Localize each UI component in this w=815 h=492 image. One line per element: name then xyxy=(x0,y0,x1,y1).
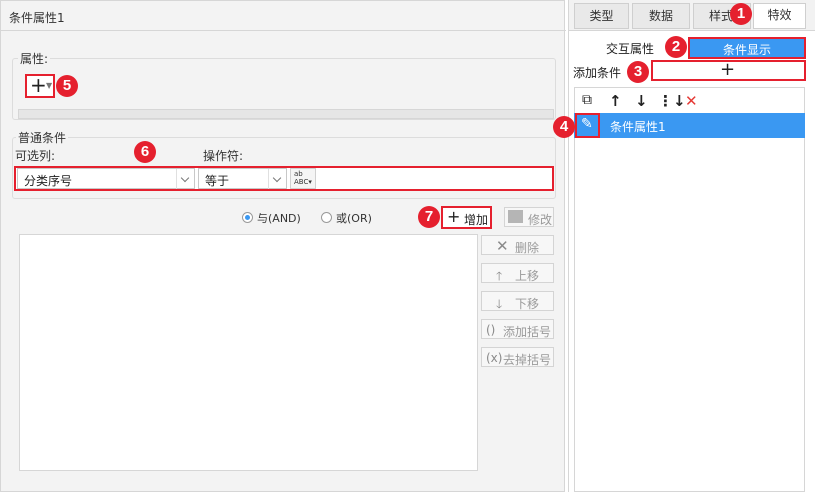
annotation-badge-6: 6 xyxy=(134,141,156,163)
modify-button[interactable]: 修改 xyxy=(504,207,554,227)
formula-abc-icon: ab ABC▾ xyxy=(294,170,312,186)
remove-bracket-button-label: 去掉括号 xyxy=(503,353,552,367)
plus-icon: + xyxy=(447,207,461,226)
radio-or[interactable]: 或(OR) xyxy=(321,210,381,226)
tab-effects[interactable]: 特效 xyxy=(753,3,806,29)
remove-bracket-button[interactable]: (x) 去掉括号 xyxy=(481,347,554,367)
move-up-button[interactable]: 🡑 上移 xyxy=(481,263,554,283)
add-property-button[interactable]: + ▼ xyxy=(25,73,55,98)
radio-dot-icon xyxy=(245,215,250,220)
plus-icon: + xyxy=(30,73,47,97)
radio-and-label: 与(AND) xyxy=(257,212,301,225)
column-label: 可选列: xyxy=(15,149,56,163)
annotation-badge-3: 3 xyxy=(627,61,649,83)
move-up-button-label: 上移 xyxy=(515,269,540,283)
arrow-down-icon: 🡓 xyxy=(496,297,503,311)
list-item[interactable]: ✎ 条件属性1 xyxy=(574,113,805,138)
modify-icon xyxy=(508,210,523,223)
add-button-label: 增加 xyxy=(464,213,489,227)
annotation-badge-2: 2 xyxy=(665,36,687,58)
annotation-badge-1: 1 xyxy=(730,3,752,25)
condition-list-panel xyxy=(574,87,805,492)
add-condition-button[interactable]: + 增加 xyxy=(441,206,492,229)
delete-button[interactable]: ✕ 删除 xyxy=(481,235,554,255)
properties-label: 属性: xyxy=(18,50,51,67)
add-condition-label: 添加条件 xyxy=(573,66,622,80)
pencil-icon: ✎ xyxy=(581,116,593,132)
properties-scroll-track[interactable] xyxy=(18,109,554,119)
annotation-badge-4: 4 xyxy=(553,116,575,138)
remove-bracket-icon: (x) xyxy=(486,351,503,365)
move-down-button[interactable]: 🡓 下移 xyxy=(481,291,554,311)
operator-label: 操作符: xyxy=(203,149,244,163)
add-condition-plus-button[interactable]: + xyxy=(651,59,806,81)
annotation-badge-5: 5 xyxy=(56,75,78,97)
tab-type[interactable]: 类型 xyxy=(574,3,629,29)
operator-select-value: 等于 xyxy=(205,174,230,188)
plus-icon: + xyxy=(720,59,736,80)
chevron-down-icon: ▼ xyxy=(46,81,53,90)
radio-or-label: 或(OR) xyxy=(336,212,372,225)
formula-button[interactable]: ab ABC▾ xyxy=(290,168,316,189)
edit-item-button[interactable]: ✎ xyxy=(575,113,600,138)
copy-icon[interactable]: ⧉ xyxy=(582,92,592,108)
arrow-up-icon: 🡑 xyxy=(496,269,503,283)
move-to-bottom-icon[interactable]: ⋮↓ xyxy=(658,92,686,110)
modify-button-label: 修改 xyxy=(528,213,553,227)
chevron-down-icon xyxy=(176,169,194,189)
delete-x-icon: ✕ xyxy=(496,237,509,255)
condition-group-label: 普通条件 xyxy=(16,129,69,146)
operator-select[interactable]: 等于 xyxy=(198,168,287,189)
add-bracket-button[interactable]: () 添加括号 xyxy=(481,319,554,339)
condition-attribute-dialog: 条件属性1 属性: + ▼ 5 普通条件 可选列: 操作符: 6 分类序号 等于… xyxy=(0,0,566,492)
move-down-button-label: 下移 xyxy=(515,297,540,311)
delete-x-icon[interactable]: ✕ xyxy=(685,92,698,110)
subtab-conditional-display[interactable]: 条件显示 xyxy=(688,37,806,59)
arrow-down-icon[interactable]: ↓ xyxy=(635,92,648,110)
subtab-conditional-display-label: 条件显示 xyxy=(722,43,771,57)
add-bracket-button-label: 添加括号 xyxy=(503,325,552,339)
delete-button-label: 删除 xyxy=(515,241,540,255)
radio-and[interactable]: 与(AND) xyxy=(242,210,314,226)
column-select[interactable]: 分类序号 xyxy=(17,168,195,189)
annotation-badge-7: 7 xyxy=(418,206,440,228)
condition-value-input[interactable] xyxy=(318,168,552,189)
condition-list[interactable] xyxy=(19,234,478,471)
right-property-panel: 类型 数据 样式 特效 1 交互属性 2 条件显示 添加条件 3 + ⧉ ↑ ↓… xyxy=(553,0,815,492)
arrow-up-icon[interactable]: ↑ xyxy=(609,92,622,110)
list-item-label: 条件属性1 xyxy=(610,120,666,134)
tab-data[interactable]: 数据 xyxy=(632,3,690,29)
subtab-interaction[interactable]: 交互属性 xyxy=(606,40,654,57)
dialog-title: 条件属性1 xyxy=(9,11,65,25)
title-divider xyxy=(1,30,566,31)
chevron-down-icon xyxy=(268,169,286,189)
bracket-icon: () xyxy=(486,323,496,337)
column-select-value: 分类序号 xyxy=(24,174,73,188)
radio-empty-icon xyxy=(321,212,332,223)
